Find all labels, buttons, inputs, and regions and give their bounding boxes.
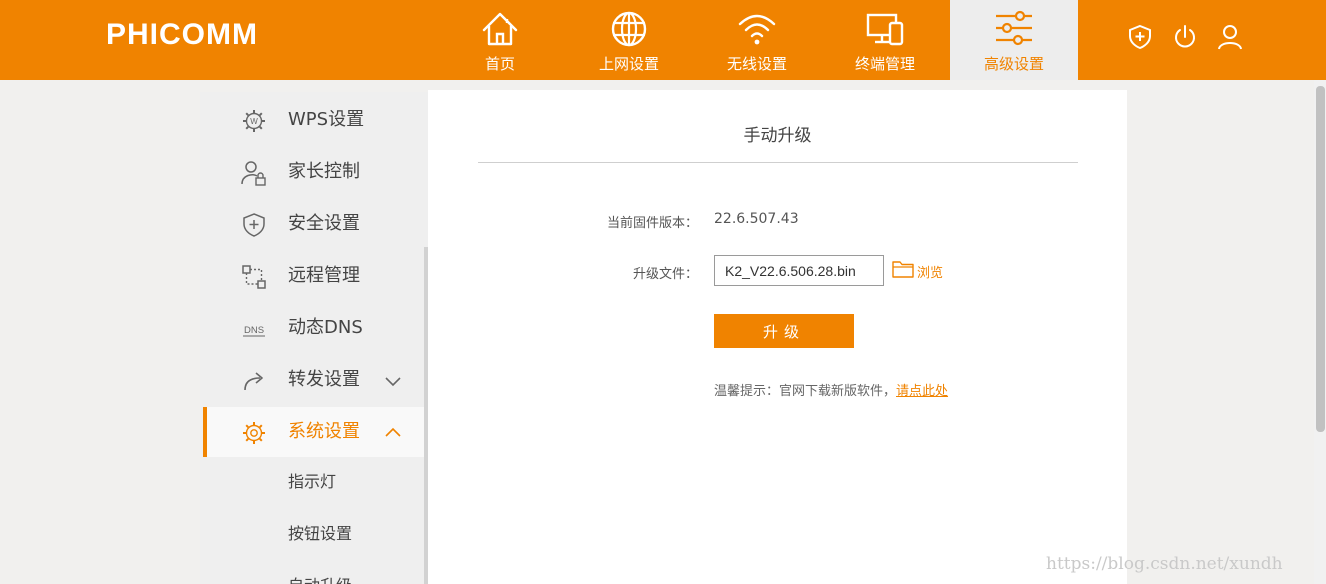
sidebar-item-label: 动态DNS — [288, 317, 363, 338]
nav-wireless-settings[interactable]: 无线设置 — [693, 0, 821, 80]
content-panel: 手动升级 当前固件版本： 22.6.507.43 升级文件： 浏览 升级 温馨提… — [428, 90, 1127, 584]
sidebar-item-wps[interactable]: W WPS设置 — [203, 95, 425, 145]
sidebar-item-label: 家长控制 — [288, 161, 360, 182]
sidebar-subitem-label: 按钮设置 — [288, 524, 353, 543]
sidebar: W WPS设置 家长控制 安全设置 远程管理 DNS 动态DNS 转发设置 系统… — [200, 92, 428, 584]
sidebar-item-system-settings[interactable]: 系统设置 — [203, 407, 425, 457]
sidebar-item-label: 安全设置 — [288, 213, 360, 234]
nav-label: 首页 — [484, 55, 515, 73]
devices-icon — [866, 13, 904, 46]
nav-label: 高级设置 — [983, 55, 1044, 73]
parent-lock-icon — [241, 161, 266, 186]
user-icon[interactable] — [1217, 24, 1243, 50]
sidebar-item-forwarding[interactable]: 转发设置 — [203, 355, 425, 405]
shield-plus-icon[interactable] — [1127, 24, 1153, 50]
sliders-icon — [996, 10, 1032, 46]
home-icon — [482, 12, 518, 46]
globe-icon — [611, 11, 647, 47]
sidebar-subitem-auto-upgrade[interactable]: 自动升级 — [203, 561, 425, 584]
chevron-up-icon — [385, 427, 401, 437]
upgrade-file-label: 升级文件： — [632, 267, 698, 282]
firmware-version-label: 当前固件版本： — [606, 216, 698, 231]
page-scrollbar-thumb[interactable] — [1316, 86, 1325, 432]
remote-icon — [242, 265, 266, 289]
sidebar-item-label: 远程管理 — [288, 265, 360, 286]
sidebar-subitem-button-settings[interactable]: 按钮设置 — [203, 509, 425, 559]
sidebar-subitem-label: 指示灯 — [288, 472, 337, 491]
shield-plus-icon — [243, 213, 265, 237]
browse-label: 浏览 — [917, 266, 944, 281]
sidebar-item-dynamic-dns[interactable]: DNS 动态DNS — [203, 303, 425, 353]
folder-icon — [892, 261, 914, 278]
nav-home[interactable]: 首页 — [436, 0, 564, 80]
nav-label: 无线设置 — [726, 55, 787, 73]
power-icon[interactable] — [1172, 24, 1198, 50]
upgrade-file-input[interactable] — [714, 255, 884, 286]
wifi-icon — [738, 14, 776, 45]
tip-text: 温馨提示：官网下载新版软件，请点此处 — [714, 380, 948, 399]
nav-label: 终端管理 — [854, 55, 915, 73]
sidebar-item-label: WPS设置 — [288, 109, 365, 130]
nav-device-management[interactable]: 终端管理 — [821, 0, 949, 80]
brand-logo[interactable]: PHICOMM — [106, 18, 258, 52]
sidebar-item-label: 转发设置 — [288, 369, 360, 390]
sidebar-subitem-label: 自动升级 — [288, 576, 352, 584]
sidebar-subitem-indicator-light[interactable]: 指示灯 — [203, 457, 425, 507]
tip-message: 温馨提示：官网下载新版软件， — [714, 384, 897, 399]
nav-advanced-settings[interactable]: 高级设置 — [950, 0, 1078, 80]
system-gear-icon — [243, 422, 265, 444]
page-title: 手动升级 — [743, 126, 812, 146]
svg-text:DNS: DNS — [244, 325, 264, 336]
download-link[interactable]: 请点此处 — [896, 384, 948, 399]
nav-internet-settings[interactable]: 上网设置 — [565, 0, 693, 80]
wps-gear-icon: W — [243, 110, 265, 132]
sidebar-item-label: 系统设置 — [288, 421, 360, 442]
dns-icon: DNS — [243, 325, 265, 337]
sidebar-item-security[interactable]: 安全设置 — [203, 199, 425, 249]
sidebar-item-remote-management[interactable]: 远程管理 — [203, 251, 425, 301]
nav-label: 上网设置 — [598, 55, 659, 73]
sidebar-item-parental-control[interactable]: 家长控制 — [203, 147, 425, 197]
watermark: https://blog.csdn.net/xundh — [1046, 554, 1283, 574]
title-divider — [478, 162, 1078, 163]
firmware-version-value: 22.6.507.43 — [714, 211, 799, 227]
top-bar: PHICOMM 首页 上网设置 无线设置 终端管理 高级设置 — [0, 0, 1326, 80]
forward-icon — [244, 372, 263, 391]
upgrade-button[interactable]: 升级 — [714, 314, 854, 348]
svg-text:W: W — [250, 117, 258, 126]
chevron-down-icon — [385, 377, 401, 387]
